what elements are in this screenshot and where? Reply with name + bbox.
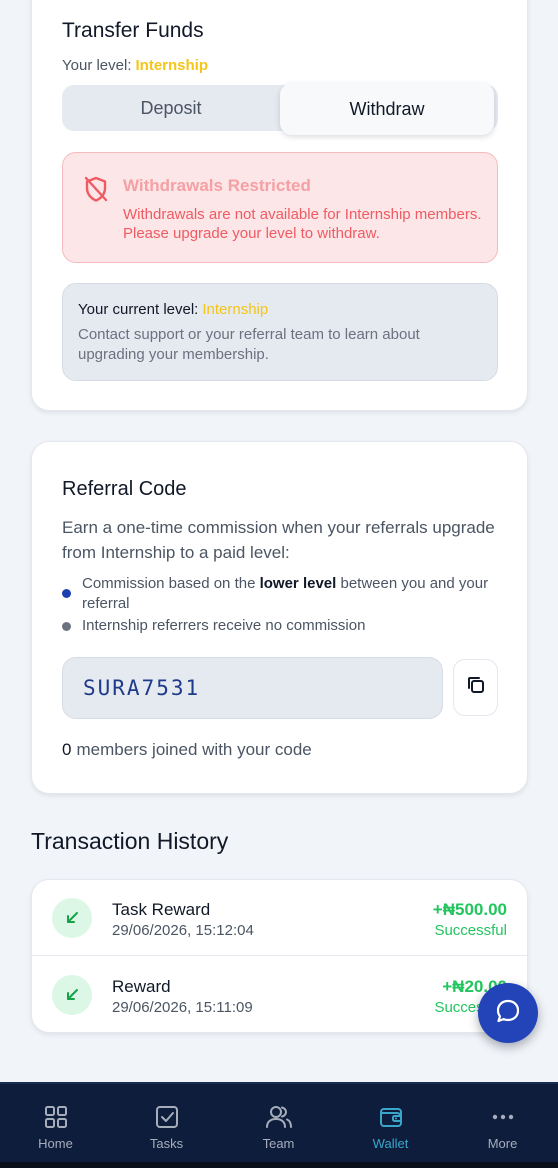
bullet-text-pre: Internship referrers receive no commissi… (82, 617, 366, 634)
grid-icon (42, 1103, 70, 1131)
referral-title: Referral Code (62, 478, 187, 500)
current-level-body: Contact support or your referral team to… (78, 326, 420, 363)
wallet-icon (377, 1103, 405, 1131)
transaction-date: 29/06/2026, 15:12:04 (112, 922, 254, 939)
transfer-title: Transfer Funds (62, 19, 204, 42)
alert-body: Withdrawals are not available for Intern… (123, 206, 482, 242)
referral-code-box[interactable]: SURA7531 (62, 657, 443, 719)
referral-bullet: Commission based on the lower level betw… (62, 574, 502, 614)
members-joined-text: 0 members joined with your code (62, 740, 312, 760)
your-level-line: Your level: Internship (62, 57, 208, 74)
members-label: members joined with your code (76, 740, 312, 759)
transaction-status: Successful (434, 922, 507, 939)
transaction-row[interactable]: Task Reward 29/06/2026, 15:12:04 +₦500.0… (32, 880, 527, 956)
chat-bubble-icon (494, 997, 522, 1030)
tab-deposit[interactable]: Deposit (62, 85, 280, 131)
more-dots-icon (489, 1103, 517, 1131)
transaction-list: Task Reward 29/06/2026, 15:12:04 +₦500.0… (31, 879, 528, 1033)
nav-label: Wallet (372, 1136, 409, 1151)
system-nav-bar (0, 1162, 558, 1168)
nav-label: Home (38, 1136, 73, 1151)
referral-bullet: Internship referrers receive no commissi… (62, 616, 502, 636)
nav-item-wallet[interactable]: Wallet (335, 1084, 446, 1162)
current-level-label: Your current level: (78, 301, 199, 318)
copy-icon (465, 674, 487, 701)
nav-item-more[interactable]: More (447, 1084, 558, 1162)
your-level-label: Your level: (62, 57, 132, 74)
copy-code-button[interactable] (453, 659, 498, 716)
nav-item-team[interactable]: Team (223, 1084, 334, 1162)
transaction-name: Reward (112, 977, 171, 996)
nav-item-home[interactable]: Home (0, 1084, 111, 1162)
tab-withdraw[interactable]: Withdraw (280, 83, 494, 135)
your-level-value: Internship (135, 57, 209, 74)
nav-label: Team (262, 1136, 295, 1151)
transaction-date: 29/06/2026, 15:11:09 (112, 999, 253, 1016)
bullet-dot (62, 622, 71, 631)
transaction-name: Task Reward (112, 900, 211, 919)
chat-fab-button[interactable] (478, 983, 538, 1043)
bullet-text-bold: lower level (259, 575, 337, 592)
transaction-amount: +₦500.00 (432, 900, 507, 919)
transaction-row[interactable]: Reward 29/06/2026, 15:11:09 +₦20.00 Succ… (32, 957, 527, 1033)
transfer-tabs: Deposit Withdraw (62, 83, 498, 135)
nav-label: More (487, 1136, 518, 1151)
transfer-funds-card: Transfer Funds Your level: Internship Dep… (31, 0, 528, 411)
bullet-dot (62, 589, 71, 598)
current-level-title: Your current level: Internship (78, 301, 268, 318)
current-level-info: Your current level: Internship Contact su… (62, 283, 498, 381)
members-count: 0 (62, 740, 72, 759)
arrow-down-left-icon (52, 975, 92, 1015)
current-level-value: Internship (202, 301, 269, 318)
checkbox-icon (153, 1103, 181, 1131)
nav-label: Tasks (149, 1136, 184, 1151)
bullet-text-pre: Commission based on the (82, 575, 260, 592)
shield-off-icon (83, 175, 109, 203)
bottom-nav: Home Tasks Team Wallet More (0, 1082, 558, 1168)
referral-code-card: Referral Code Earn a one-time commission… (31, 441, 528, 794)
withdrawals-restricted-alert: Withdrawals Restricted Withdrawals are n… (62, 152, 498, 263)
alert-title: Withdrawals Restricted (123, 176, 311, 195)
nav-item-tasks[interactable]: Tasks (111, 1084, 222, 1162)
referral-code-text: SURA7531 (83, 676, 201, 700)
transaction-history-title: Transaction History (31, 828, 229, 854)
arrow-down-left-icon (52, 898, 92, 938)
users-icon (265, 1103, 293, 1131)
referral-description: Earn a one-time commission when your ref… (62, 518, 495, 562)
